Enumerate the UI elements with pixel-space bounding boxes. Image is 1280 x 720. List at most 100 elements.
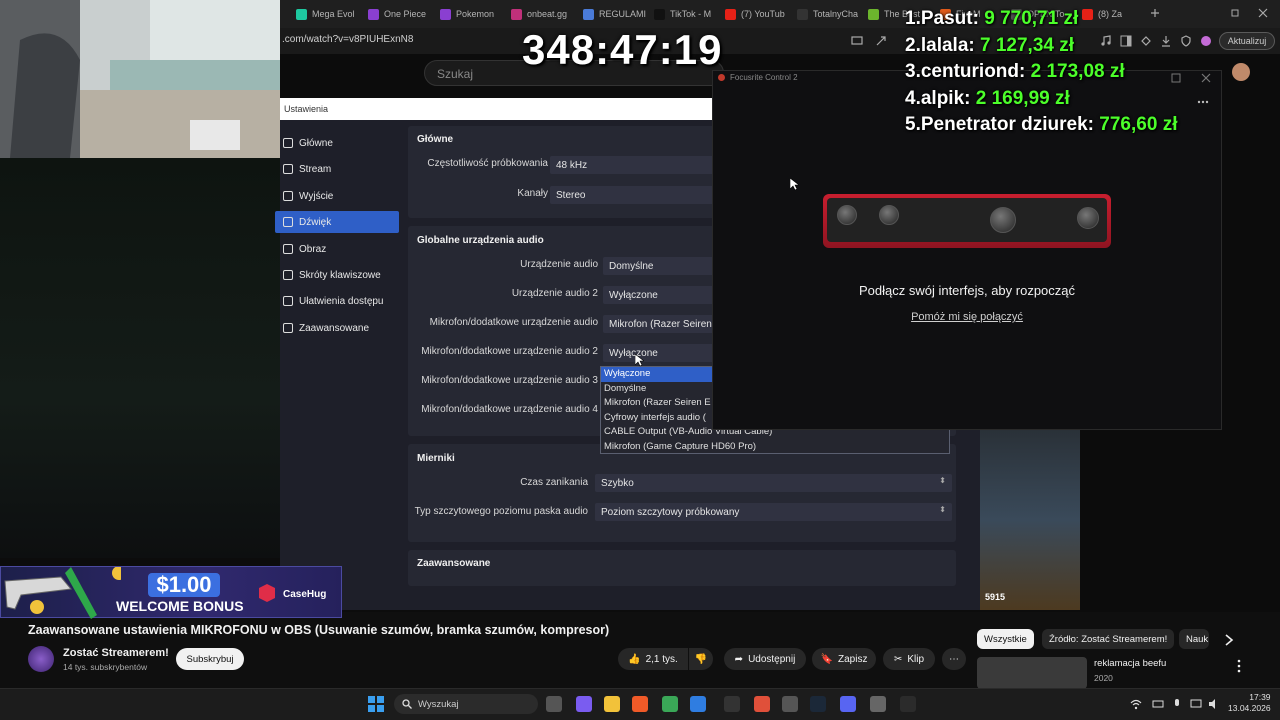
audio-device-value: Domyślne — [609, 261, 654, 272]
share-icon[interactable] — [875, 35, 887, 47]
dropdown-option[interactable]: Wyłączone — [601, 367, 713, 382]
store-icon[interactable] — [690, 696, 706, 712]
shield-icon[interactable] — [1180, 35, 1192, 47]
sidebar-item-label: Dźwięk — [299, 216, 332, 228]
dropdown-option[interactable]: Mikrofon (Game Capture HD60 Pro) — [601, 440, 949, 455]
video-title: Zaawansowane ustawienia MIKROFONU w OBS … — [28, 623, 610, 637]
display-icon[interactable] — [1190, 698, 1202, 710]
browser-tab[interactable]: (7) YouTub — [725, 4, 791, 24]
peak-type-select[interactable]: Poziom szczytowy próbkowany ⬍ — [595, 503, 952, 521]
brave-icon[interactable] — [632, 696, 648, 712]
brave-beta-icon[interactable] — [754, 696, 770, 712]
chevron-right-icon[interactable] — [1224, 634, 1234, 646]
microphone-icon[interactable] — [1172, 698, 1182, 710]
sidebar-icon[interactable] — [1120, 35, 1132, 47]
update-button[interactable]: Aktualizuj — [1219, 32, 1275, 50]
bonus-brand: CaseHug — [283, 589, 327, 600]
discord-icon[interactable] — [840, 696, 856, 712]
settings-icon[interactable] — [870, 696, 886, 712]
browser-tab[interactable]: onbeat.gg — [511, 4, 577, 24]
download-icon[interactable] — [1160, 35, 1172, 47]
restore-icon[interactable] — [1230, 8, 1240, 18]
leaderboard-amount: 7 127,34 zł — [980, 34, 1075, 56]
task-view-icon[interactable] — [546, 696, 562, 712]
chip-all[interactable]: Wszystkie — [977, 629, 1034, 649]
sample-rate-value: 48 kHz — [556, 160, 588, 171]
tab-label: TotalnyCha — [813, 9, 859, 19]
bonus-text: WELCOME BONUS — [116, 598, 244, 614]
hotkeys-icon — [283, 270, 293, 280]
sidebar-item-video[interactable]: Obraz — [275, 238, 399, 260]
calculator-icon[interactable] — [782, 696, 798, 712]
chip-source[interactable]: Źródło: Zostać Streamerem! — [1042, 629, 1175, 649]
channel-avatar[interactable] — [28, 646, 54, 672]
sidebar-item-general[interactable]: Główne — [275, 132, 399, 154]
save-button[interactable]: 🔖 Zapisz — [812, 648, 876, 670]
browser-tab[interactable]: TotalnyCha — [797, 4, 863, 24]
volume-icon[interactable] — [1208, 698, 1220, 710]
cast-icon[interactable] — [851, 35, 863, 47]
subscribe-button[interactable]: Subskrybuj — [176, 648, 244, 670]
music-icon[interactable] — [1100, 35, 1112, 47]
more-vertical-icon[interactable] — [1236, 659, 1242, 673]
sidebar-item-accessibility[interactable]: Ułatwienia dostępu — [275, 290, 399, 312]
close-icon[interactable] — [1201, 73, 1211, 83]
maximize-icon[interactable] — [1171, 73, 1181, 83]
extensions-icon[interactable] — [1140, 35, 1152, 47]
tab-favicon-icon — [654, 8, 665, 20]
browser-tab[interactable]: Pokemon — [440, 4, 506, 24]
casehug-logo-icon — [259, 584, 275, 602]
sample-rate-label: Częstotliwość próbkowania — [427, 158, 548, 169]
browser-tab[interactable]: Mega Evol — [296, 4, 362, 24]
sidebar-item-hotkeys[interactable]: Skróty klawiszowe — [275, 264, 399, 286]
more-actions-button[interactable]: ⋯ — [942, 648, 966, 670]
network-icon[interactable] — [1152, 698, 1164, 710]
sidebar-item-advanced[interactable]: Zaawansowane — [275, 317, 399, 339]
close-window-icon[interactable] — [1258, 8, 1268, 18]
clip-button[interactable]: ✂ Klip — [883, 648, 935, 670]
sidebar-item-output[interactable]: Wyjście — [275, 185, 399, 207]
browser-tab[interactable]: One Piece — [368, 4, 434, 24]
peak-type-label: Typ szczytowego poziomu paska audio — [414, 506, 588, 517]
recommendation-thumbnail[interactable] — [977, 657, 1087, 689]
more-options-icon[interactable] — [1197, 99, 1209, 105]
gain-knob-icon — [879, 205, 899, 225]
dislike-button[interactable]: 👎 — [689, 648, 713, 670]
decay-select[interactable]: Szybko ⬍ — [595, 474, 952, 492]
wifi-icon[interactable] — [1130, 698, 1142, 710]
chrome-icon[interactable] — [662, 696, 678, 712]
leaderboard-amount: 2 173,08 zł — [1030, 61, 1125, 82]
focusrite-help-link[interactable]: Pomóż mi się połączyć — [712, 311, 1222, 323]
sidebar-item-label: Główne — [299, 137, 333, 149]
terminal-icon[interactable] — [900, 696, 916, 712]
system-clock[interactable]: 17:39 13.04.2026 — [1228, 692, 1271, 714]
advanced-title: Zaawansowane — [417, 558, 491, 569]
advanced-icon — [283, 323, 293, 333]
leaderboard-row: 2.lalala: 7 127,34 zł — [905, 35, 1074, 57]
taskbar-search[interactable]: Wyszukaj — [394, 694, 538, 714]
webcam-overlay — [0, 0, 280, 158]
sidebar-item-audio[interactable]: Dźwięk — [275, 211, 399, 233]
like-button[interactable]: 👍 2,1 tys. — [618, 648, 688, 670]
recommendation-title[interactable]: reklamacja beefu — [1094, 658, 1166, 669]
browser-tab[interactable]: TikTok - M — [654, 4, 720, 24]
chip-science[interactable]: Nauk — [1179, 629, 1209, 649]
steam-icon[interactable] — [810, 696, 826, 712]
sidebar-item-stream[interactable]: Stream — [275, 158, 399, 180]
avatar[interactable] — [1232, 63, 1250, 81]
profile-icon[interactable] — [1200, 35, 1212, 47]
recommendation-year: 2020 — [1094, 673, 1113, 683]
sidebar-item-label: Obraz — [299, 243, 327, 255]
file-explorer-icon[interactable] — [604, 696, 620, 712]
obs-icon[interactable] — [724, 696, 740, 712]
copilot-icon[interactable] — [576, 696, 592, 712]
browser-tab[interactable]: REGULAMI — [583, 4, 649, 24]
audio-device-value: Wyłączone — [609, 348, 658, 359]
share-button[interactable]: ➦ Udostępnij — [724, 648, 806, 670]
leaderboard-amount: 2 169,99 zł — [975, 87, 1070, 109]
windows-start-icon[interactable] — [368, 696, 384, 712]
channel-name[interactable]: Zostać Streamerem! — [63, 647, 169, 659]
browser-tab[interactable]: (8) Za — [1082, 4, 1148, 24]
url-text[interactable]: .com/watch?v=v8PIUHExnN8 — [282, 34, 413, 45]
new-tab-icon[interactable] — [1150, 8, 1160, 18]
